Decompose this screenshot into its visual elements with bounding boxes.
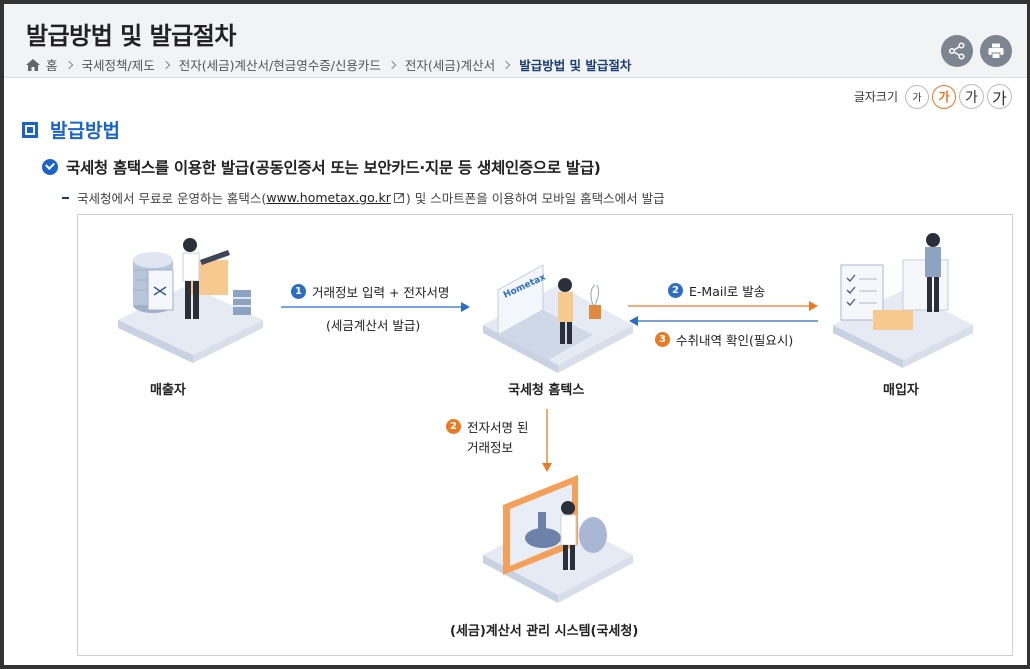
font-size-control: 글자크기 가 가 가 가 bbox=[854, 84, 1012, 109]
breadcrumb-invoice-receipt-card[interactable]: 전자(세금)계산서/현금영수증/신용카드 bbox=[179, 55, 381, 74]
dash-bullet-icon bbox=[62, 196, 69, 199]
step2-caption: 2 E-Mail로 발송 bbox=[668, 281, 765, 300]
system-label: (세금)계산서 관리 시스템(국세청) bbox=[450, 624, 639, 639]
font-size-small-button[interactable]: 가 bbox=[905, 84, 929, 109]
chevron-right-icon bbox=[501, 60, 511, 69]
page-title: 발급방법 및 발급절차 bbox=[26, 22, 236, 50]
home-icon[interactable] bbox=[26, 58, 40, 71]
font-size-xlarge-button[interactable]: 가 bbox=[987, 84, 1012, 109]
step3-label: 수취내역 확인(필요시) bbox=[676, 333, 794, 348]
seller-illustration bbox=[118, 238, 263, 363]
step1-sub-label: (세금계산서 발급) bbox=[326, 318, 421, 333]
hometax-label: 국세청 홈텍스 bbox=[508, 383, 585, 398]
square-bullet-icon bbox=[22, 121, 38, 138]
arrow-step2 bbox=[628, 301, 818, 311]
breadcrumb-current: 발급방법 및 발급절차 bbox=[519, 58, 632, 73]
step1-caption: 1 거래정보 입력 + 전자서명 bbox=[291, 282, 449, 301]
step1-label: 거래정보 입력 + 전자서명 bbox=[312, 285, 450, 300]
font-size-default-button[interactable]: 가 bbox=[932, 84, 956, 109]
step-number-badge: 2 bbox=[668, 283, 683, 298]
font-size-large-button[interactable]: 가 bbox=[959, 84, 984, 109]
breadcrumb-tax-policy[interactable]: 국세정책/제도 bbox=[82, 55, 155, 74]
step-number-badge: 2 bbox=[446, 419, 461, 434]
arrow-step2-down bbox=[542, 409, 552, 472]
chevron-right-icon bbox=[64, 60, 73, 69]
chevron-right-icon bbox=[387, 60, 397, 69]
step2b-sub-label: 거래정보 bbox=[467, 440, 514, 455]
description-before: 국세청에서 무료로 운영하는 홈택스( bbox=[77, 191, 267, 206]
step2b-caption: 2 전자서명 된 bbox=[446, 417, 528, 436]
step-number-badge: 1 bbox=[291, 284, 306, 299]
share-button[interactable] bbox=[941, 35, 973, 67]
description-after: ) 및 스마트폰을 이용하여 모바일 홈택스에서 발급 bbox=[405, 191, 665, 206]
hometax-link[interactable]: www.hometax.go.kr bbox=[266, 190, 391, 205]
hometax-illustration: Hometax bbox=[483, 264, 633, 373]
arrow-step1 bbox=[281, 302, 470, 312]
step2b-label: 전자서명 된 bbox=[467, 420, 529, 435]
section-title: 발급방법 bbox=[50, 120, 120, 142]
buyer-illustration bbox=[833, 233, 973, 368]
seller-label: 매출자 bbox=[150, 383, 186, 398]
subsection-heading: 국세청 홈택스를 이용한 발급(공동인증서 또는 보안카드·지문 등 생체인증으… bbox=[42, 156, 601, 178]
description-line: 국세청에서 무료로 운영하는 홈택스( www.hometax.go.kr ) … bbox=[62, 188, 665, 207]
page-header: 발급방법 및 발급절차 홈 국세정책/제도 전자(세금)계산서/현금영수증/신용… bbox=[4, 4, 1027, 78]
diagram-artwork: Hometax bbox=[118, 233, 973, 603]
print-button[interactable] bbox=[980, 35, 1012, 67]
breadcrumb-e-invoice[interactable]: 전자(세금)계산서 bbox=[405, 55, 495, 74]
system-illustration bbox=[483, 475, 633, 603]
step-number-badge: 3 bbox=[655, 332, 670, 347]
breadcrumb: 홈 국세정책/제도 전자(세금)계산서/현금영수증/신용카드 전자(세금)계산서… bbox=[26, 55, 631, 74]
share-icon bbox=[948, 42, 965, 60]
external-link-icon[interactable] bbox=[393, 192, 404, 203]
arrow-step3 bbox=[629, 316, 818, 326]
font-size-label: 글자크기 bbox=[853, 90, 898, 104]
step2-label: E-Mail로 발송 bbox=[689, 284, 766, 299]
issuance-process-diagram: Hometax 매출자 국세청 홈텍스 매입자 (세금)계산서 관리 시스템(국… bbox=[77, 214, 1013, 656]
chevron-right-icon bbox=[161, 60, 170, 69]
print-icon bbox=[988, 43, 1004, 59]
check-circle-icon bbox=[42, 159, 58, 175]
step3-caption: 3 수취내역 확인(필요시) bbox=[655, 330, 793, 349]
breadcrumb-home[interactable]: 홈 bbox=[46, 55, 58, 74]
subsection-title: 국세청 홈택스를 이용한 발급(공동인증서 또는 보안카드·지문 등 생체인증으… bbox=[66, 159, 601, 177]
section-heading: 발급방법 bbox=[22, 116, 120, 143]
buyer-label: 매입자 bbox=[883, 383, 919, 398]
